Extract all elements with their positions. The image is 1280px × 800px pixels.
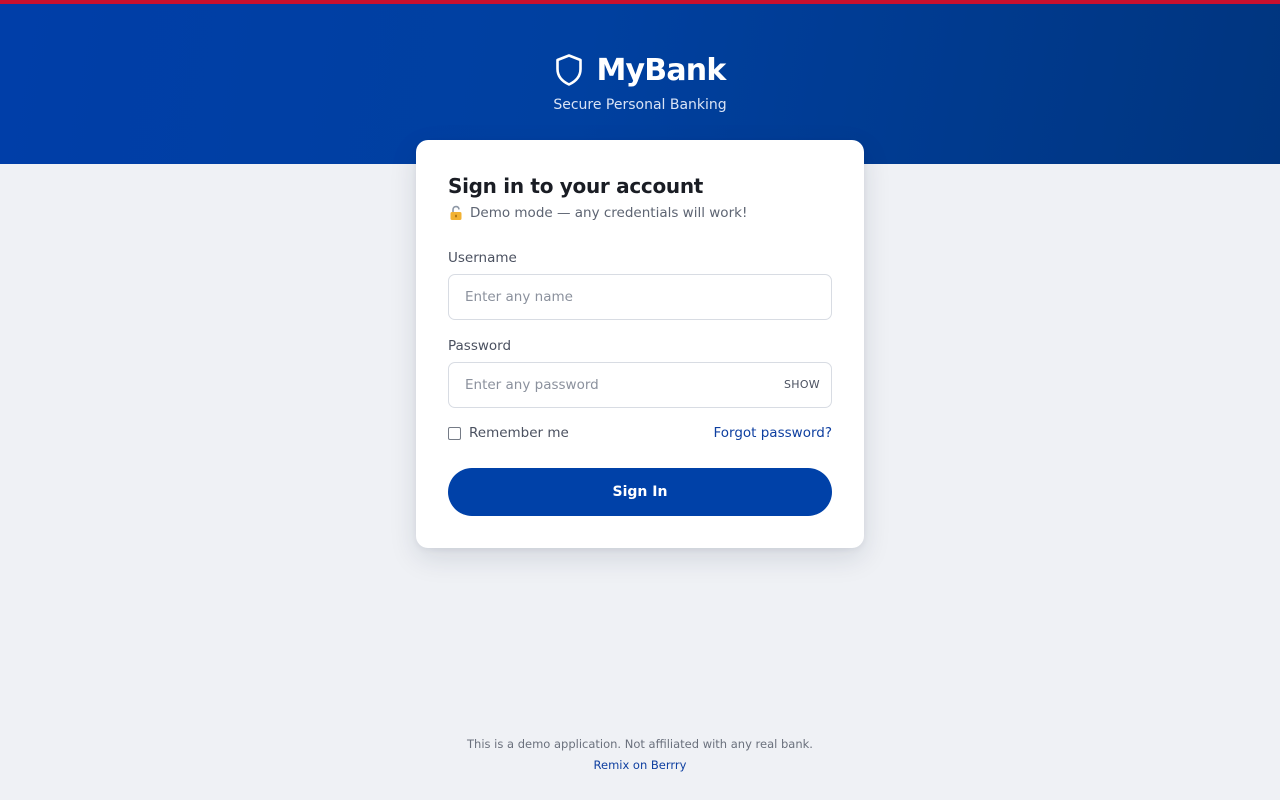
footer-disclaimer: This is a demo application. Not affiliat… xyxy=(467,737,813,751)
brand-tagline: Secure Personal Banking xyxy=(553,97,727,113)
brand-name: MyBank xyxy=(596,52,726,88)
password-label: Password xyxy=(448,338,512,354)
demo-mode-text: Demo mode — any credentials will work! xyxy=(470,205,748,221)
footer-link-row: Remix on Berrry xyxy=(0,758,1280,772)
username-input[interactable] xyxy=(449,275,831,319)
remix-link[interactable]: Remix on Berrry xyxy=(594,758,687,772)
shield-icon xyxy=(556,54,583,86)
username-label: Username xyxy=(448,250,517,266)
remember-me-checkbox[interactable] xyxy=(448,426,461,440)
remember-me-label[interactable]: Remember me xyxy=(469,425,569,441)
password-field[interactable]: SHOW xyxy=(448,362,832,408)
forgot-password-link[interactable]: Forgot password? xyxy=(713,425,832,441)
login-card: Sign in to your account Demo mode — any … xyxy=(416,140,864,548)
login-title: Sign in to your account xyxy=(448,174,704,198)
remember-me[interactable]: Remember me xyxy=(448,425,569,441)
brand-header: MyBank xyxy=(0,50,1280,90)
show-password-toggle[interactable]: SHOW xyxy=(784,378,820,391)
lock-icon xyxy=(450,205,462,220)
demo-mode-note: Demo mode — any credentials will work! xyxy=(448,205,747,221)
password-input[interactable] xyxy=(449,363,831,407)
username-field[interactable] xyxy=(448,274,832,320)
sign-in-button[interactable]: Sign In xyxy=(448,468,832,516)
